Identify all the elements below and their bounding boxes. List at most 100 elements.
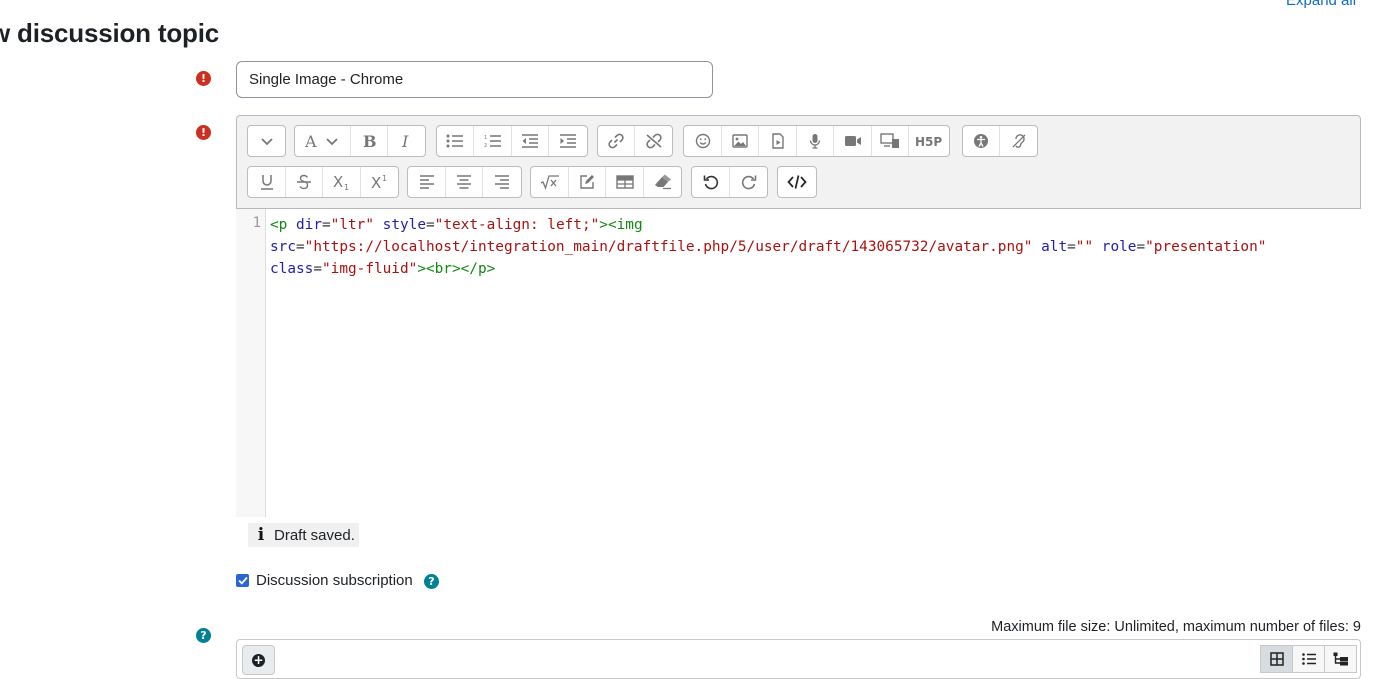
code-token: alt (1041, 239, 1068, 255)
h5p-button[interactable]: H5P (909, 126, 949, 156)
code-token: "presentation" (1145, 239, 1267, 255)
draft-saved-notice: i Draft saved. (248, 523, 359, 547)
svg-text:2: 2 (484, 143, 487, 148)
unordered-list-button[interactable] (437, 126, 474, 156)
help-icon[interactable]: ? (424, 574, 439, 589)
checkmark-icon (237, 576, 248, 585)
code-token: "text-align: left;" (434, 217, 600, 233)
help-icon[interactable]: ? (196, 628, 211, 643)
code-token: style (382, 217, 426, 233)
strikethrough-button[interactable] (286, 167, 323, 197)
image-button[interactable] (722, 126, 759, 156)
line-number-gutter: 1 (236, 209, 266, 517)
emoji-button[interactable] (684, 126, 722, 156)
table-button[interactable] (606, 167, 644, 197)
toolbar-group-other (530, 166, 682, 198)
message-editor: A B I 12 H5P X 1 X 1 1 <p dir="ltr" styl… (236, 115, 1361, 517)
toolbar-group-html (777, 166, 817, 198)
screenreader-helper-button[interactable] (1000, 126, 1037, 156)
code-token: <p (270, 217, 288, 233)
svg-text:1: 1 (484, 135, 487, 141)
view-list-button[interactable] (1292, 645, 1325, 673)
underline-button[interactable] (248, 167, 286, 197)
align-center-icon (457, 175, 471, 189)
accessibility-icon (974, 134, 988, 148)
bold-icon: B (363, 133, 376, 149)
font-color-button[interactable]: A (295, 126, 351, 156)
link-icon (608, 133, 624, 149)
chevron-down-icon (260, 138, 273, 146)
html-button[interactable] (778, 167, 816, 197)
edit-icon (580, 175, 594, 189)
record-video-button[interactable] (834, 126, 872, 156)
align-right-icon (495, 175, 509, 189)
grid-icon (1269, 652, 1284, 666)
media-button[interactable] (759, 126, 797, 156)
html-source-code[interactable]: <p dir="ltr" style="text-align: left;"><… (270, 214, 1350, 280)
undo-button[interactable] (692, 167, 730, 197)
align-left-button[interactable] (408, 167, 446, 197)
link-button[interactable] (598, 126, 635, 156)
strikethrough-icon (297, 174, 311, 190)
svg-text:1: 1 (382, 174, 387, 183)
ordered-list-button[interactable]: 12 (474, 126, 512, 156)
subscript-icon: X1 (333, 174, 349, 190)
plus-circle-icon: + (252, 652, 265, 667)
align-right-button[interactable] (483, 167, 521, 197)
html-source-area[interactable]: 1 <p dir="ltr" style="text-align: left;"… (236, 209, 1361, 517)
code-icon (787, 175, 807, 189)
manage-files-icon (880, 133, 899, 148)
view-tree-button[interactable] (1324, 645, 1357, 673)
list-icon (1301, 653, 1316, 665)
equation-button[interactable] (531, 167, 569, 197)
toolbar-group-font-style: X1 X1 (247, 166, 399, 198)
toolbar-group-list: 12 (436, 125, 588, 157)
max-file-size-text: Maximum file size: Unlimited, maximum nu… (991, 619, 1361, 635)
editor-toolbar: A B I 12 H5P X 1 X 1 (236, 115, 1361, 209)
clear-formatting-button[interactable] (644, 167, 681, 197)
undo-icon (703, 175, 718, 190)
h5p-icon: H5P (915, 135, 942, 148)
toolbar-group-style: A B I (294, 125, 426, 157)
unlink-icon (645, 133, 662, 149)
code-token: "img-fluid" (322, 261, 418, 277)
add-file-button[interactable]: + (242, 645, 275, 675)
subscript-button[interactable]: X1 (323, 167, 361, 197)
accessibility-checker-button[interactable] (963, 126, 1000, 156)
superscript-button[interactable]: X1 (361, 167, 398, 197)
indent-icon (560, 134, 576, 148)
italic-button[interactable]: I (388, 126, 425, 156)
record-audio-button[interactable] (797, 126, 834, 156)
view-mode-toggle (1260, 645, 1357, 673)
discussion-subscription-label[interactable]: Discussion subscription (256, 572, 413, 589)
view-icons-button[interactable] (1260, 645, 1293, 673)
indent-button[interactable] (549, 126, 587, 156)
draft-saved-text: Draft saved. (274, 526, 355, 544)
bold-button[interactable]: B (351, 126, 388, 156)
toolbar-group-paragraph (247, 125, 286, 157)
manage-files-button[interactable] (872, 126, 909, 156)
subject-input[interactable] (236, 61, 713, 98)
svg-text:X: X (333, 174, 343, 190)
emoji-icon (695, 133, 710, 149)
code-token: dir (296, 217, 322, 233)
expand-all-link[interactable]: Expand all (1286, 0, 1356, 9)
svg-text:I: I (401, 133, 409, 149)
redo-button[interactable] (730, 167, 767, 197)
toolbar-group-insert: H5P (683, 125, 950, 157)
video-camera-icon (844, 136, 861, 146)
align-center-button[interactable] (446, 167, 483, 197)
unlink-button[interactable] (635, 126, 672, 156)
svg-text:1: 1 (344, 183, 349, 190)
redo-icon (741, 175, 756, 190)
code-token: "ltr" (330, 217, 374, 233)
outdent-button[interactable] (512, 126, 549, 156)
italic-icon: I (401, 133, 409, 149)
code-token: class (270, 261, 314, 277)
special-character-button[interactable] (569, 167, 606, 197)
toolbar-group-undo (691, 166, 768, 198)
discussion-subscription-checkbox[interactable] (236, 574, 249, 587)
svg-text:X: X (371, 174, 381, 190)
paragraph-styles-button[interactable] (248, 126, 285, 156)
info-icon: i (257, 525, 265, 545)
